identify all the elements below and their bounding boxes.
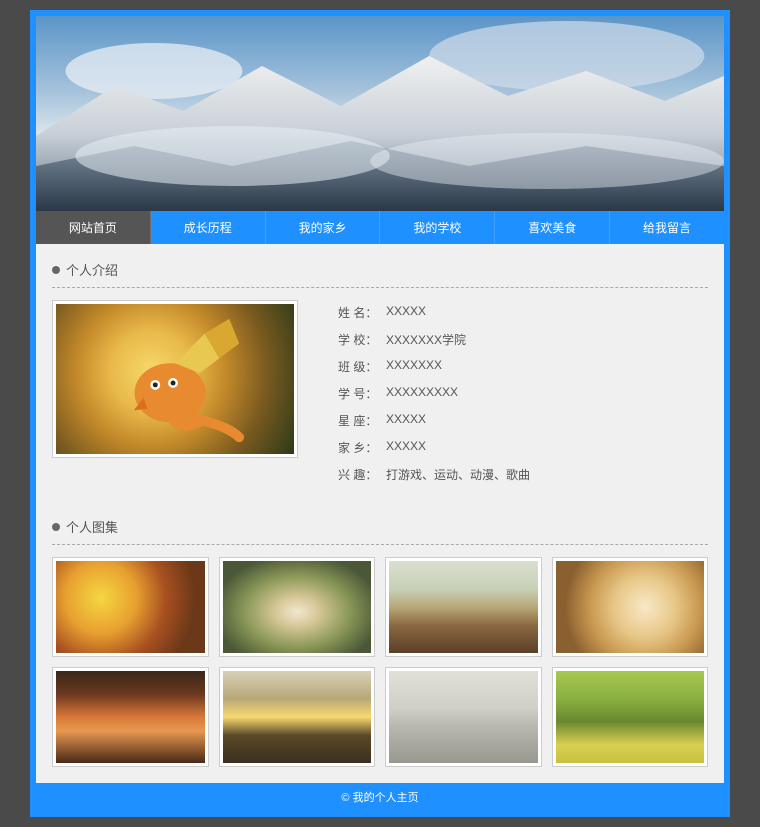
gallery-item[interactable] [219,667,376,767]
bullet-icon [52,266,60,274]
gallery-item[interactable] [385,667,542,767]
nav-message[interactable]: 给我留言 [610,211,724,244]
avatar-frame [52,300,298,458]
info-label: 学 号： [338,385,386,402]
info-value: XXXXXXXXX [386,385,458,402]
gallery-image-food-4 [556,561,705,653]
info-label: 星 座： [338,412,386,429]
info-row-hobby: 兴 趣： 打游戏、运动、动漫、歌曲 [338,466,708,483]
info-row-hometown: 家 乡： XXXXX [338,439,708,456]
gallery-grid [52,557,708,767]
gallery-header: 个人图集 [52,513,708,545]
intro-body: 姓 名： XXXXX 学 校： XXXXXXX学院 班 级： XXXXXXX 学… [52,300,708,493]
nav-home[interactable]: 网站首页 [36,211,151,244]
info-label: 学 校： [338,331,386,348]
info-value: XXXXX [386,412,426,429]
gallery-item[interactable] [52,557,209,657]
avatar-image [56,304,294,454]
gallery-image-food-1 [56,561,205,653]
gallery-item[interactable] [385,557,542,657]
bullet-icon [52,523,60,531]
info-row-class: 班 级： XXXXXXX [338,358,708,375]
info-row-name: 姓 名： XXXXX [338,304,708,321]
nav-hometown[interactable]: 我的家乡 [266,211,381,244]
hero-banner [36,16,724,211]
gallery-image-snow [389,671,538,763]
info-row-id: 学 号： XXXXXXXXX [338,385,708,402]
gallery-title: 个人图集 [66,517,118,536]
gallery-image-sunset [56,671,205,763]
footer-text: © 我的个人主页 [341,792,418,804]
info-value: XXXXX [386,304,426,321]
info-value: XXXXXXX学院 [386,331,466,348]
info-row-school: 学 校： XXXXXXX学院 [338,331,708,348]
nav-growth[interactable]: 成长历程 [151,211,266,244]
info-value: XXXXXXX [386,358,442,375]
content-area: 个人介绍 [36,244,724,783]
info-row-sign: 星 座： XXXXX [338,412,708,429]
info-value: XXXXX [386,439,426,456]
info-label: 家 乡： [338,439,386,456]
gallery-image-food-3 [389,561,538,653]
gallery-item[interactable] [52,667,209,767]
nav-school[interactable]: 我的学校 [380,211,495,244]
info-label: 班 级： [338,358,386,375]
intro-header: 个人介绍 [52,256,708,288]
gallery-item[interactable] [219,557,376,657]
main-nav: 网站首页 成长历程 我的家乡 我的学校 喜欢美食 给我留言 [36,211,724,244]
gallery-image-willow [223,671,372,763]
profile-info: 姓 名： XXXXX 学 校： XXXXXXX学院 班 级： XXXXXXX 学… [338,300,708,493]
intro-title: 个人介绍 [66,260,118,279]
gallery-item[interactable] [552,557,709,657]
footer: © 我的个人主页 [36,783,724,811]
gallery-image-park [556,671,705,763]
info-label: 兴 趣： [338,466,386,483]
gallery-image-food-2 [223,561,372,653]
info-value: 打游戏、运动、动漫、歌曲 [386,466,530,483]
gallery-item[interactable] [552,667,709,767]
nav-food[interactable]: 喜欢美食 [495,211,610,244]
info-label: 姓 名： [338,304,386,321]
page-container: 网站首页 成长历程 我的家乡 我的学校 喜欢美食 给我留言 个人介绍 [30,10,730,817]
